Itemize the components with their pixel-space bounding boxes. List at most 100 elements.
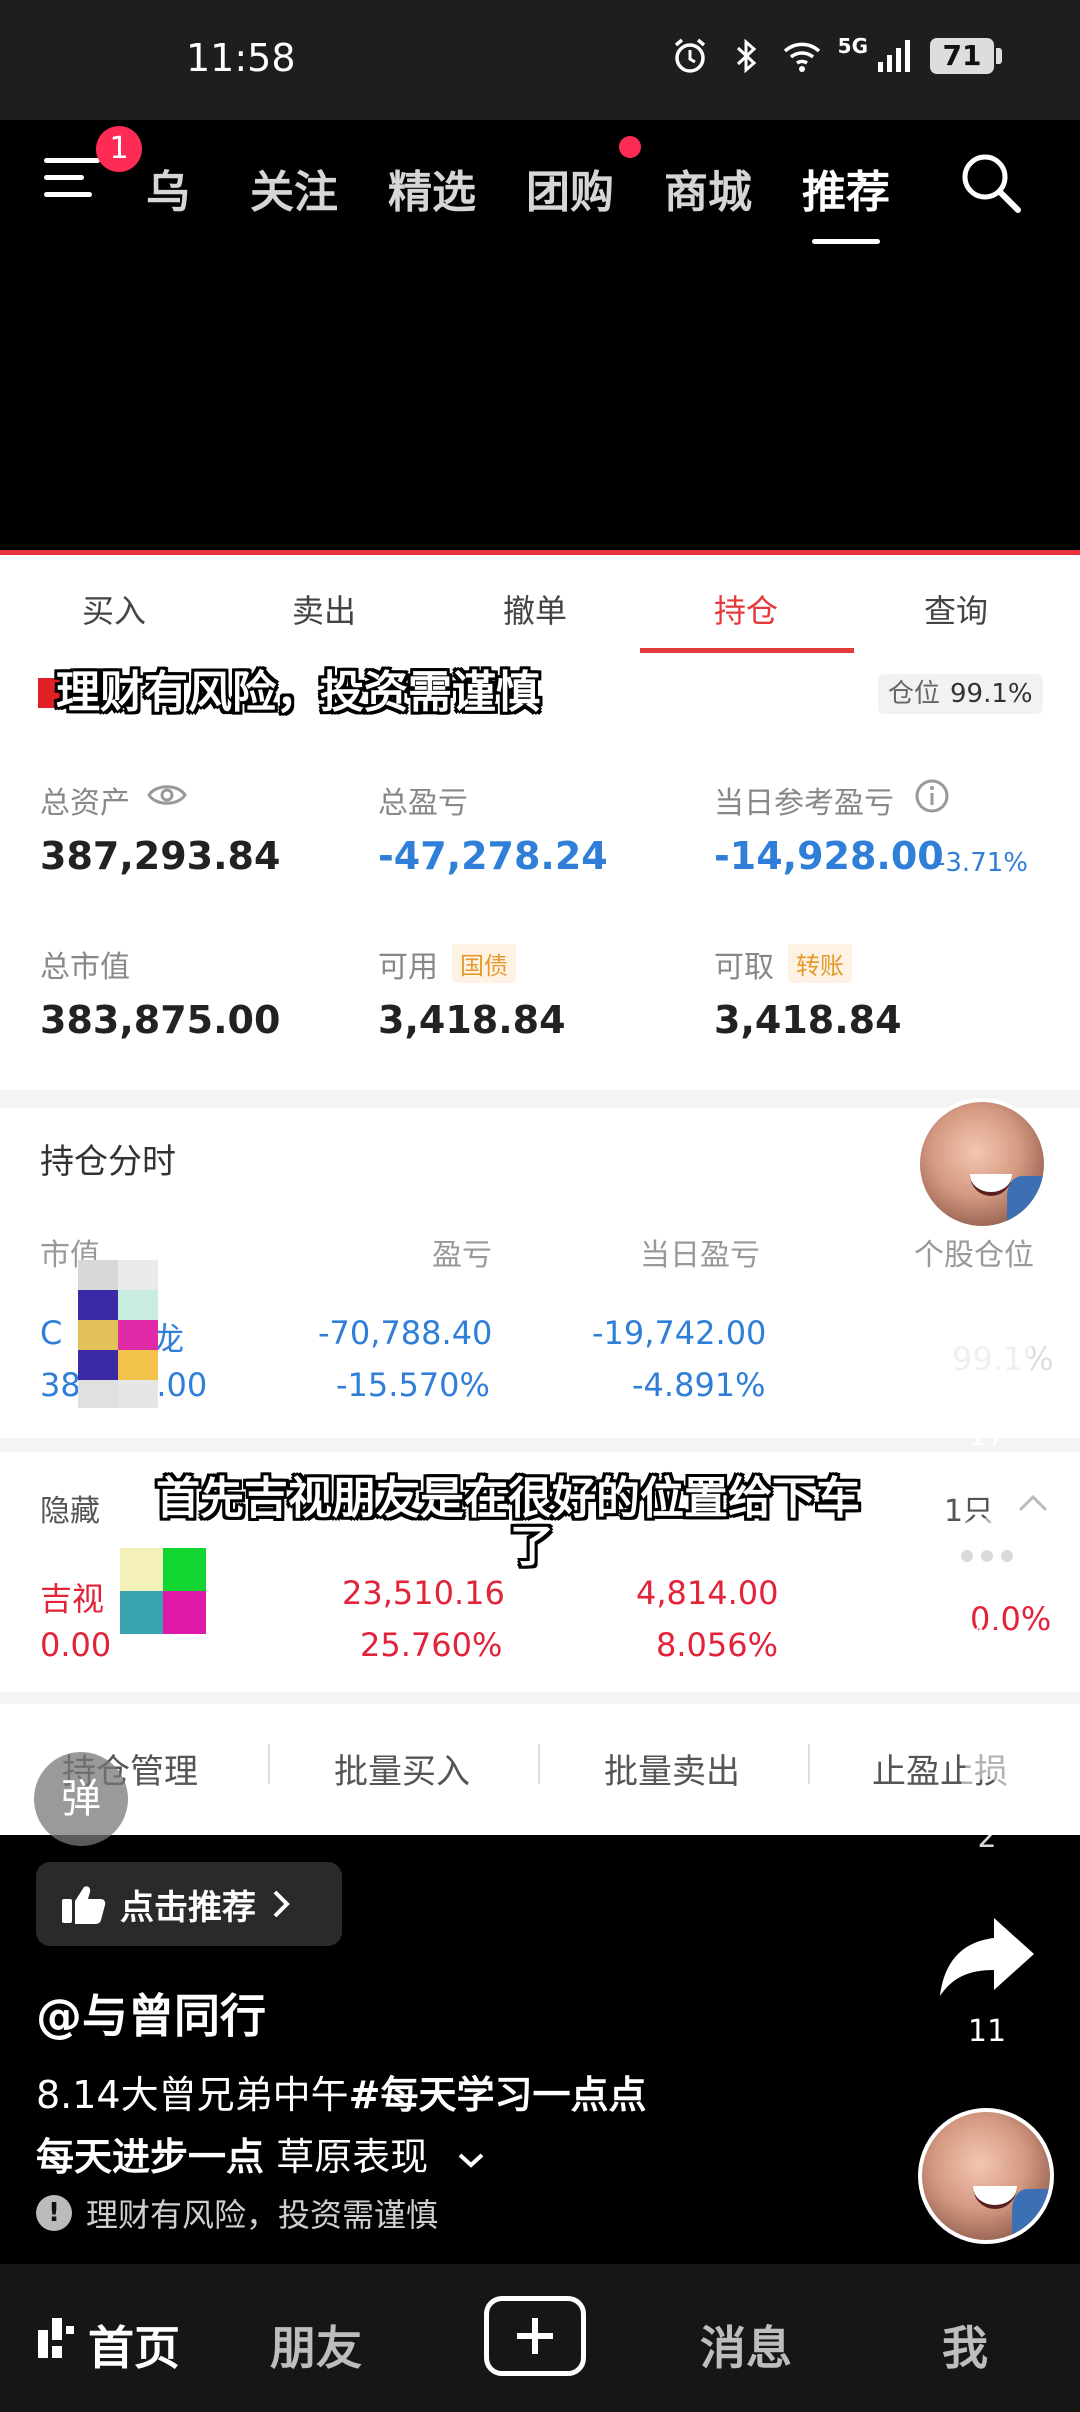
tab-group-buy[interactable]: 团购 <box>526 156 614 220</box>
today-pnl-pct: -3.71% <box>936 848 1028 878</box>
bluetooth-icon <box>736 38 756 74</box>
tab-sell: 卖出 <box>292 592 357 630</box>
section-divider <box>0 1692 1080 1704</box>
position-ratio-label: 仓位 <box>888 679 941 709</box>
nav-home[interactable]: 首页 <box>88 2312 180 2378</box>
like-icon[interactable] <box>932 1310 1042 1410</box>
withdrawable-value: 3,418.84 <box>714 998 902 1042</box>
author-avatar[interactable] <box>916 1098 1048 1230</box>
thumbs-up-icon <box>62 1886 106 1924</box>
divider <box>538 1744 540 1784</box>
section-divider <box>0 1090 1080 1108</box>
music-disc-avatar[interactable] <box>918 2108 1054 2244</box>
desc-text: 8.14大曾兄弟中午 <box>36 2073 349 2117</box>
action-batch-sell: 批量卖出 <box>604 1752 740 1792</box>
desc-text: 草原表现 <box>264 2135 429 2179</box>
holdings-title: 持仓分时 <box>40 1142 176 1182</box>
eye-icon <box>147 785 187 805</box>
position-ratio-badge: 仓位 99.1% <box>878 674 1043 714</box>
status-time: 11:58 <box>186 36 296 80</box>
app-top-border <box>0 550 1080 555</box>
menu-button[interactable] <box>44 158 100 208</box>
network-type: 5G <box>837 34 868 58</box>
video-description-line1: 8.14大曾兄弟中午#每天学习一点点 <box>36 2064 646 2119</box>
recommend-label: 点击推荐 <box>120 1887 256 1928</box>
author-name[interactable]: @与曾同行 <box>36 1980 266 2046</box>
caption-main-end: 了 <box>510 1521 554 1572</box>
transfer-tag: 转账 <box>788 944 852 983</box>
row2-mv: 0.00 <box>40 1626 112 1664</box>
row2-today-pct: 8.056% <box>656 1626 779 1664</box>
comment-icon[interactable] <box>934 1510 1040 1606</box>
tab-holdings: 持仓 <box>714 592 779 630</box>
position-ratio-value: 99.1% <box>950 679 1033 709</box>
nav-messages[interactable]: 消息 <box>700 2312 792 2378</box>
bottom-nav: 首页 朋友 消息 我 <box>0 2264 1080 2412</box>
menu-line <box>44 175 84 180</box>
chevron-right-icon <box>273 1890 290 1918</box>
share-icon[interactable] <box>934 1912 1040 2002</box>
tab-underline <box>640 648 854 653</box>
risk-text: 理财有风险，投资需谨慎 <box>86 2196 439 2234</box>
action-batch-buy: 批量买入 <box>334 1752 470 1792</box>
row2-today-pnl: 4,814.00 <box>636 1574 779 1612</box>
available-value: 3,418.84 <box>378 998 566 1042</box>
row2-name: 吉视 <box>40 1580 105 1618</box>
total-assets-value: 387,293.84 <box>40 834 281 878</box>
favorite-star-icon[interactable] <box>936 1700 1038 1800</box>
search-icon[interactable] <box>956 148 1026 218</box>
nav-me[interactable]: 我 <box>942 2312 988 2378</box>
row2-pnl: 23,510.16 <box>342 1574 505 1612</box>
share-count: 11 <box>967 2014 1007 2049</box>
nav-friends[interactable]: 朋友 <box>270 2312 362 2378</box>
hashtag[interactable]: #每天学习一点点 <box>349 2073 647 2117</box>
tab-featured[interactable]: 精选 <box>388 156 476 220</box>
row1-pnl-pct: -15.570% <box>336 1366 490 1404</box>
today-pnl-value: -14,928.00 <box>714 834 944 878</box>
total-assets-label: 总资产 <box>40 786 130 821</box>
signal-icon <box>878 40 910 72</box>
menu-badge: 1 <box>96 126 142 172</box>
market-value-label: 总市值 <box>40 950 130 985</box>
available-label: 可用 <box>378 950 438 985</box>
tab-cancel-order: 撤单 <box>503 592 568 630</box>
hidden-toggle: 隐藏 <box>40 1494 100 1529</box>
danmu-button[interactable]: 弹 <box>34 1752 128 1846</box>
status-icons: 5G 71 <box>670 34 1002 76</box>
total-pnl-label: 总盈亏 <box>378 786 468 821</box>
desc-bold: 每天进步一点 <box>36 2135 265 2179</box>
menu-line <box>44 192 92 197</box>
row1-mv-head: 38 <box>40 1366 81 1404</box>
favorite-count: 2 <box>977 1820 997 1855</box>
col-today-pnl: 当日盈亏 <box>640 1238 760 1273</box>
risk-notice: ! 理财有风险，投资需谨慎 <box>36 2190 438 2236</box>
avatar-shirt <box>1006 1176 1044 1226</box>
home-icon <box>38 2318 74 2358</box>
tab-local[interactable]: 乌 <box>146 156 190 220</box>
market-value-value: 383,875.00 <box>40 998 281 1042</box>
video-player[interactable]: 买入 卖出 撤单 持仓 查询 理财有风险，投资需谨慎 仓位 99.1% 总资产 3… <box>0 550 1080 1835</box>
tab-query: 查询 <box>924 592 989 630</box>
caption-risk: 理财有风险，投资需谨慎 <box>56 667 540 718</box>
row2-pnl-pct: 25.760% <box>360 1626 503 1664</box>
withdrawable-label: 可取 <box>714 950 774 985</box>
total-pnl-value: -47,278.24 <box>378 834 608 878</box>
tab-recommend[interactable]: 推荐 <box>802 156 890 244</box>
expand-chevron-icon[interactable] <box>456 2150 486 2170</box>
tab-following[interactable]: 关注 <box>250 156 338 220</box>
info-icon <box>915 779 949 813</box>
create-plus-button[interactable] <box>484 2296 586 2376</box>
warning-icon: ! <box>36 2195 72 2231</box>
col-pnl: 盈亏 <box>432 1238 492 1273</box>
treasury-tag: 国债 <box>452 944 516 983</box>
section-divider <box>0 1438 1080 1452</box>
battery-indicator: 71 <box>930 38 1002 74</box>
recommend-button[interactable]: 点击推荐 <box>36 1862 342 1946</box>
wifi-icon <box>783 42 820 72</box>
row1-name: C <box>40 1314 63 1352</box>
tab-mall[interactable]: 商城 <box>664 156 752 220</box>
divider <box>808 1744 810 1784</box>
video-description-line2: 每天进步一点 草原表现 <box>36 2126 486 2181</box>
status-bar: 11:58 5G 71 <box>0 0 1080 120</box>
pixelated-stock-logo <box>120 1548 206 1634</box>
